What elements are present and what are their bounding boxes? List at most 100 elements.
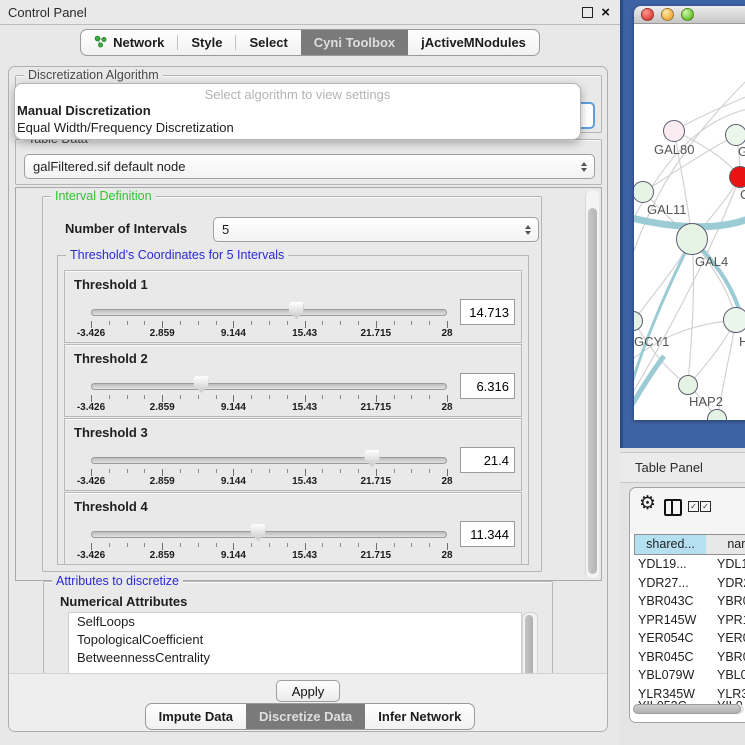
node-h-partial[interactable] bbox=[723, 307, 745, 333]
table-row[interactable]: YBR045CYBR0 bbox=[630, 650, 745, 669]
algorithm-settings-pane: Interval Definition Number of Intervals … bbox=[15, 187, 602, 581]
table-row[interactable]: YBL079WYBL0 bbox=[630, 668, 745, 687]
tab-discretize-data[interactable]: Discretize Data bbox=[246, 704, 365, 729]
network-desktop-frame: GAL80 G C GAL11 GAL4 GCY1 H HAP2 bbox=[620, 0, 745, 448]
combo-spinner-icon bbox=[525, 225, 538, 235]
tab-infer-network[interactable]: Infer Network bbox=[365, 704, 474, 729]
slider-thumb[interactable] bbox=[251, 524, 266, 541]
threshold-label: Threshold 4 bbox=[74, 499, 148, 514]
node-label-h: H bbox=[739, 334, 745, 349]
split-view-icon[interactable] bbox=[664, 499, 682, 516]
slider-thumb[interactable] bbox=[365, 450, 380, 467]
zoom-window-icon[interactable] bbox=[681, 8, 694, 21]
close-panel-icon[interactable]: × bbox=[601, 5, 610, 20]
threshold-3-slider[interactable]: -3.4262.8599.14415.4321.71528 bbox=[91, 449, 447, 487]
cyni-toolbox-panel: Discretization Algorithm Select algorith… bbox=[8, 66, 608, 732]
table-data-combo[interactable]: galFiltered.sif default node bbox=[24, 154, 595, 179]
table-row[interactable]: YBR043CYBR0 bbox=[630, 594, 745, 613]
algorithm-dropdown-popup: Select algorithm to view settings Manual… bbox=[14, 83, 581, 140]
tab-cyni-toolbox[interactable]: Cyni Toolbox bbox=[301, 30, 408, 55]
threshold-1-value-input[interactable] bbox=[460, 299, 515, 325]
application-window: Control Panel × bbox=[0, 0, 745, 745]
list-item[interactable]: BetweennessCentrality bbox=[69, 649, 521, 667]
gear-icon[interactable]: ⚙ bbox=[639, 492, 656, 515]
tab-select[interactable]: Select bbox=[236, 30, 300, 55]
group-title: Interval Definition bbox=[51, 189, 156, 203]
threshold-4-panel: Threshold 4 -3.4262.8599.14415.4321.7152… bbox=[64, 492, 522, 565]
checkbox-icon[interactable]: ✓ bbox=[700, 501, 711, 512]
threshold-4-slider[interactable]: -3.4262.8599.14415.4321.71528 bbox=[91, 523, 447, 561]
slider-track[interactable] bbox=[91, 383, 447, 390]
node-label-gal4: GAL4 bbox=[695, 254, 728, 269]
numerical-attributes-label: Numerical Attributes bbox=[60, 594, 187, 609]
minimize-window-icon[interactable] bbox=[661, 8, 674, 21]
scrollbar-thumb[interactable] bbox=[588, 208, 597, 574]
combo-spinner-icon bbox=[581, 162, 594, 172]
node-partial-top-right[interactable] bbox=[725, 124, 745, 146]
node-label-gal11: GAL11 bbox=[647, 202, 687, 217]
table-row[interactable]: YER054CYER0 bbox=[630, 631, 745, 650]
slider-tick-labels: -3.4262.8599.14415.4321.71528 bbox=[91, 550, 447, 561]
dropdown-hint: Select algorithm to view settings bbox=[15, 84, 580, 102]
node-gal80[interactable] bbox=[663, 120, 685, 142]
table-row[interactable]: YDL19...YDL1 bbox=[630, 557, 745, 576]
column-header-shared-name[interactable]: shared... bbox=[634, 534, 707, 555]
network-canvas[interactable]: GAL80 G C GAL11 GAL4 GCY1 H HAP2 bbox=[634, 24, 745, 420]
scrollbar-thumb[interactable] bbox=[633, 704, 741, 714]
list-item[interactable]: TopologicalCoefficient bbox=[69, 631, 521, 649]
tab-network[interactable]: Network bbox=[81, 30, 177, 55]
threshold-label: Threshold 3 bbox=[74, 425, 148, 440]
threshold-1-slider[interactable]: -3.4262.8599.14415.4321.71528 bbox=[91, 301, 447, 339]
scrollbar-thumb[interactable] bbox=[525, 615, 533, 681]
panel-title: Control Panel bbox=[8, 5, 87, 20]
list-item[interactable]: SelfLoops bbox=[69, 613, 521, 631]
slider-thumb[interactable] bbox=[289, 302, 304, 319]
control-panel-titlebar: Control Panel × bbox=[0, 0, 620, 25]
top-tab-bar: Network Style Select Cyni Toolbox jActiv… bbox=[0, 29, 620, 56]
tab-impute-data[interactable]: Impute Data bbox=[146, 704, 246, 729]
group-title: Attributes to discretize bbox=[52, 574, 183, 588]
column-header-name[interactable]: name bbox=[706, 534, 745, 555]
float-panel-icon[interactable] bbox=[582, 7, 593, 18]
slider-track[interactable] bbox=[91, 457, 447, 464]
group-title: Threshold's Coordinates for 5 Intervals bbox=[66, 248, 288, 262]
slider-tick-labels: -3.4262.8599.14415.4321.71528 bbox=[91, 328, 447, 339]
network-view-window: GAL80 G C GAL11 GAL4 GCY1 H HAP2 bbox=[634, 6, 745, 420]
tab-network-label: Network bbox=[113, 35, 164, 50]
slider-track[interactable] bbox=[91, 531, 447, 538]
node-table: shared... name YDL19...YDL1 YDR27...YDR2… bbox=[630, 534, 745, 722]
settings-vertical-scrollbar[interactable] bbox=[585, 190, 599, 578]
slider-track[interactable] bbox=[91, 309, 447, 316]
node-label-gcy1: GCY1 bbox=[634, 334, 669, 349]
node-label-partial-c: C bbox=[740, 187, 745, 202]
dropdown-option-equal-width[interactable]: Equal Width/Frequency Discretization bbox=[15, 119, 580, 136]
node-label-hap2: HAP2 bbox=[689, 394, 723, 409]
table-data-group: Table Data galFiltered.sif default node bbox=[15, 139, 602, 185]
threshold-2-slider[interactable]: -3.4262.8599.14415.4321.71528 bbox=[91, 375, 447, 413]
node-hap2[interactable] bbox=[678, 375, 698, 395]
right-region: GAL80 G C GAL11 GAL4 GCY1 H HAP2 Table P… bbox=[620, 0, 745, 745]
node-red-selected[interactable] bbox=[729, 166, 745, 188]
threshold-label: Threshold 2 bbox=[74, 351, 148, 366]
threshold-2-value-input[interactable] bbox=[460, 373, 515, 399]
slider-tick-labels: -3.4262.8599.14415.4321.71528 bbox=[91, 476, 447, 487]
table-row[interactable]: YPR145WYPR1 bbox=[630, 613, 745, 632]
threshold-2-panel: Threshold 2 -3.4262.8599.14415.4321.7152… bbox=[64, 344, 522, 417]
table-horizontal-scrollbar[interactable] bbox=[633, 704, 744, 714]
node-gal4[interactable] bbox=[676, 223, 708, 255]
dropdown-option-manual[interactable]: Manual Discretization bbox=[15, 102, 580, 119]
tab-jactivemnodules[interactable]: jActiveMNodules bbox=[408, 30, 539, 55]
network-window-titlebar[interactable] bbox=[634, 6, 745, 24]
threshold-3-panel: Threshold 3 -3.4262.8599.14415.4321.7152… bbox=[64, 418, 522, 491]
close-window-icon[interactable] bbox=[641, 8, 654, 21]
apply-button[interactable]: Apply bbox=[276, 680, 341, 702]
control-panel: Control Panel × bbox=[0, 0, 620, 745]
slider-thumb[interactable] bbox=[194, 376, 209, 393]
tab-style[interactable]: Style bbox=[178, 30, 235, 55]
number-of-intervals-combo[interactable]: 5 bbox=[213, 217, 539, 242]
table-row[interactable]: YDR27...YDR2 bbox=[630, 576, 745, 595]
checkbox-icon[interactable]: ✓ bbox=[688, 501, 699, 512]
combo-value: 5 bbox=[222, 222, 229, 237]
threshold-4-value-input[interactable] bbox=[460, 521, 515, 547]
threshold-3-value-input[interactable] bbox=[460, 447, 515, 473]
